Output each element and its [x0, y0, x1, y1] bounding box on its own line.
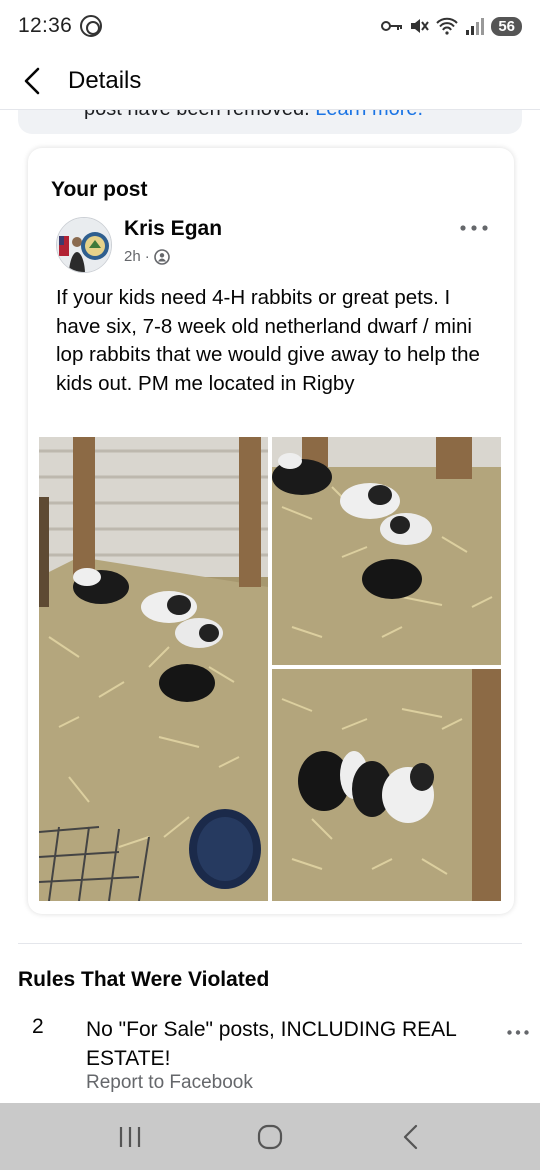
post-photo[interactable]	[39, 437, 268, 901]
recent-apps-button[interactable]	[100, 1112, 160, 1162]
post-body: If your kids need 4-H rabbits or great p…	[56, 286, 480, 395]
report-to-facebook-link[interactable]: Report to Facebook	[86, 1072, 253, 1094]
meta-separator: ·	[144, 248, 150, 265]
rule-text: No "For Sale" posts, INCLUDING REAL ESTA…	[86, 1018, 457, 1070]
post-card: Your post Kris Egan 2h · If your kids ne…	[28, 148, 514, 914]
back-arrow-icon	[24, 67, 40, 94]
wifi-icon	[436, 17, 459, 35]
key-icon	[381, 21, 403, 31]
battery-badge: 56	[491, 16, 522, 36]
mute-icon	[411, 19, 430, 33]
photo-grid	[39, 437, 501, 901]
page-title: Details	[68, 66, 142, 94]
author-name[interactable]: Kris Egan	[124, 217, 222, 241]
signal-icon	[466, 18, 485, 35]
author-avatar[interactable]	[56, 217, 112, 273]
rule-more-button[interactable]	[504, 1023, 532, 1041]
post-more-button[interactable]	[458, 218, 490, 238]
post-photo[interactable]	[272, 437, 501, 665]
status-bar: 12:36 56	[0, 0, 540, 52]
home-icon	[257, 1124, 283, 1149]
rules-heading: Rules That Were Violated	[18, 968, 270, 991]
post-meta: 2h ·	[124, 248, 170, 265]
back-button[interactable]	[0, 52, 64, 110]
rule-number: 2	[32, 1015, 44, 1038]
section-divider	[18, 943, 522, 944]
system-nav-bar	[0, 1103, 540, 1170]
status-icons: 56	[381, 16, 522, 36]
more-horizontal-icon	[460, 225, 488, 231]
home-button[interactable]	[240, 1112, 300, 1162]
system-back-button[interactable]	[380, 1112, 440, 1162]
post-photo[interactable]	[272, 669, 501, 901]
audience-icon	[153, 248, 170, 265]
status-time: 12:36	[18, 14, 73, 37]
back-icon	[403, 1124, 418, 1149]
post-time: 2h	[124, 248, 141, 265]
threads-notification-icon	[80, 15, 103, 37]
recent-apps-icon	[119, 1126, 141, 1147]
section-label: Your post	[51, 178, 148, 201]
app-header: Details	[0, 52, 540, 110]
more-horizontal-icon	[507, 1029, 529, 1035]
